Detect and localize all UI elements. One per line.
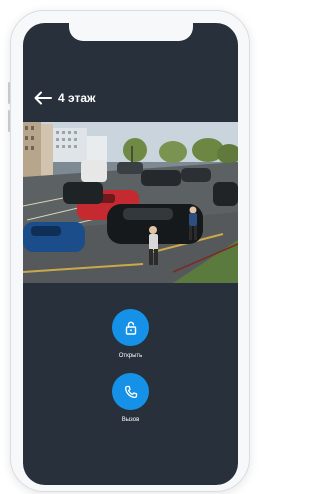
phone-screen: 4 этаж Открыть Вызов — [23, 23, 238, 485]
unlock-icon — [125, 321, 136, 335]
arrow-left-icon[interactable] — [34, 91, 52, 105]
camera-video-feed[interactable] — [23, 122, 238, 283]
call-button[interactable] — [112, 373, 149, 410]
camera-scene — [23, 122, 238, 283]
open-door-button[interactable] — [112, 309, 149, 346]
open-door-label: Открыть — [118, 353, 143, 359]
phone-icon — [124, 385, 137, 398]
call-action: Вызов — [23, 373, 238, 424]
back-navigation[interactable]: 4 этаж — [34, 88, 96, 108]
call-label: Вызов — [121, 417, 140, 423]
floor-title: 4 этаж — [58, 91, 96, 105]
open-door-action: Открыть — [23, 309, 238, 360]
phone-notch — [69, 23, 193, 41]
stage: 4 этаж Открыть Вызов — [0, 0, 252, 494]
